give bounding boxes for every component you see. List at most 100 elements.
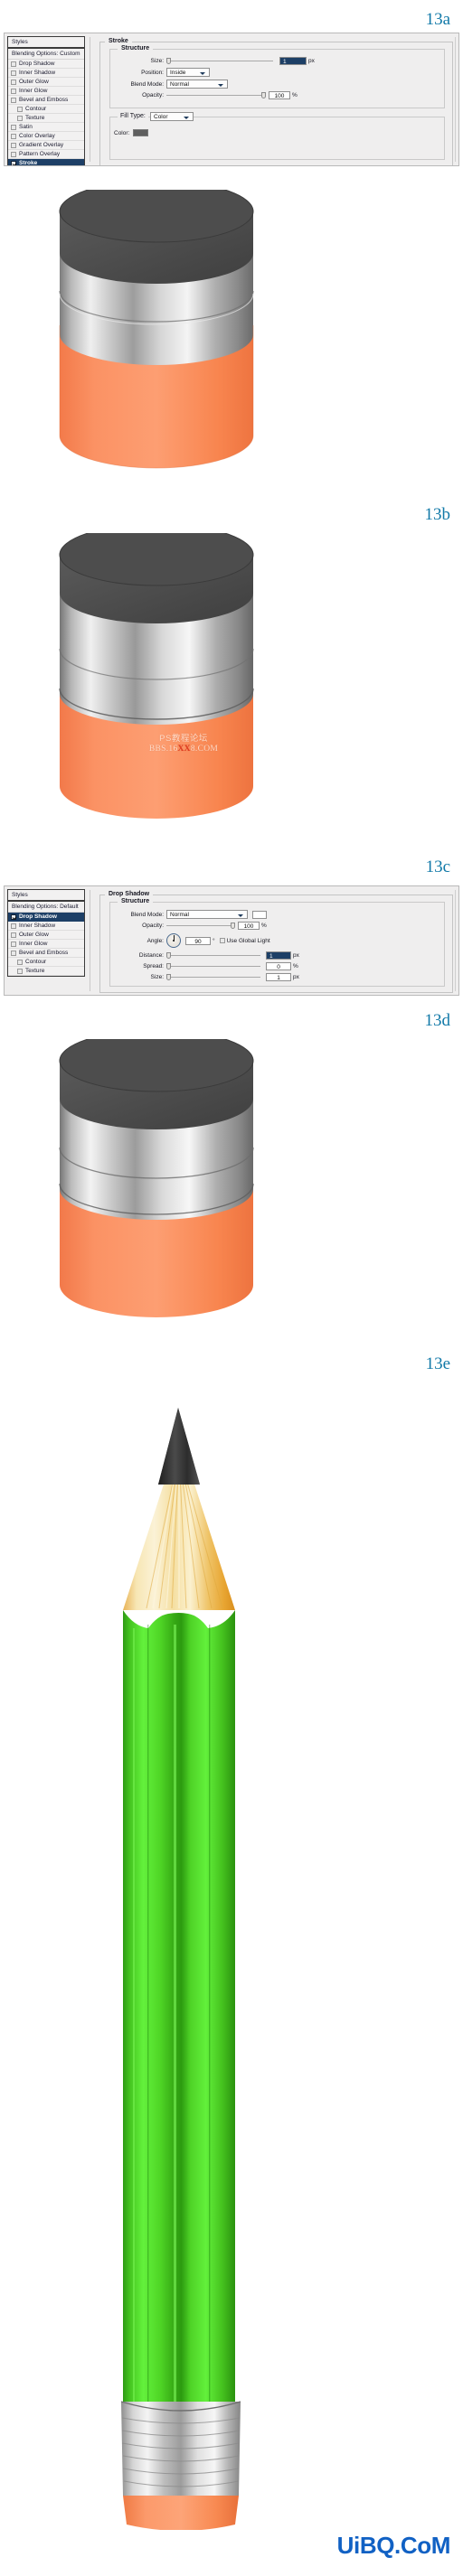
shadow-spread-input[interactable]: 0 [266,962,291,970]
fill-type-select[interactable]: Color [150,112,194,121]
position-select[interactable]: Inside [166,68,210,77]
blend-mode-row: Blend Mode: Normal [114,80,440,89]
checkbox-icon[interactable] [11,950,16,956]
structure-section-title: Structure [118,45,154,52]
shadow-spread-label: Spread: [143,963,164,970]
checkbox-icon[interactable] [11,151,16,157]
fill-type-label: Fill Type: [118,113,148,119]
shadow-opacity-input[interactable]: 100 [238,922,260,930]
stroke-style-item-drop-shadow[interactable]: Drop Shadow [8,60,84,69]
checkbox-icon[interactable] [11,124,16,130]
dropshadow-style-item-inner-glow[interactable]: Inner Glow [8,940,84,949]
shadow-angle-row: Angle: 90 ° Use Global Light [114,933,440,948]
color-label: Color: [114,129,130,136]
checkbox-icon[interactable] [17,968,23,974]
use-global-light-toggle[interactable]: Use Global Light [219,937,270,944]
shadow-color-swatch[interactable] [252,910,267,919]
scroll-rail [455,37,456,162]
shadow-distance-input[interactable]: 1 [266,951,291,960]
stroke-style-item-stroke[interactable]: Stroke [8,159,84,165]
blend-mode-select[interactable]: Normal [166,80,228,89]
dropshadow-style-item-inner-shadow[interactable]: Inner Shadow [8,922,84,931]
pencil-illustration [90,1382,271,2531]
shadow-distance-label: Distance: [138,952,164,959]
shadow-opacity-slider[interactable] [166,923,235,929]
checkbox-icon[interactable] [11,79,16,85]
checkbox-icon[interactable] [11,88,16,94]
stroke-style-item-inner-shadow[interactable]: Inner Shadow [8,69,84,78]
style-item-label: Satin [19,124,33,130]
tutorial-page: 13a Styles Blending Options: Custom Drop… [0,0,463,2576]
stroke-style-item-bevel-and-emboss[interactable]: Bevel and Emboss [8,96,84,105]
opacity-input[interactable]: 100 [269,91,290,99]
checkbox-icon[interactable] [11,923,16,929]
checkbox-icon[interactable] [11,70,16,76]
forum-watermark-line2: BBS.16XX8.COM [107,745,260,755]
shadow-distance-row: Distance: 1 px [114,951,440,960]
checkbox-icon[interactable] [17,959,23,965]
checkbox-icon[interactable] [11,932,16,938]
checkbox-icon[interactable] [11,61,16,67]
stroke-style-item-gradient-overlay[interactable]: Gradient Overlay [8,141,84,150]
shadow-size-row: Size: 1 px [114,973,440,981]
stroke-style-item-texture[interactable]: Texture [8,114,84,123]
shadow-size-knob[interactable] [166,974,171,980]
styles-list-2[interactable]: Styles Blending Options: Default Drop Sh… [7,889,85,977]
color-swatch[interactable] [133,129,149,136]
size-label: Size: [150,58,164,64]
styles-list[interactable]: Styles Blending Options: Custom Drop Sha… [7,36,85,165]
blending-options-row-2[interactable]: Blending Options: Default [8,902,84,913]
size-slider[interactable] [166,58,273,64]
shadow-distance-slider[interactable] [166,952,260,959]
checkbox-icon[interactable] [11,160,16,165]
scroll-rail-2 [455,890,456,991]
checkbox-icon[interactable] [17,115,23,121]
layer-style-dialog-stroke[interactable]: Styles Blending Options: Custom Drop Sha… [4,33,459,166]
checkbox-icon[interactable] [11,142,16,148]
stroke-style-item-inner-glow[interactable]: Inner Glow [8,87,84,96]
shadow-spread-knob[interactable] [166,963,171,970]
checkbox-icon[interactable] [17,106,23,112]
dropshadow-style-item-bevel-and-emboss[interactable]: Bevel and Emboss [8,949,84,958]
shadow-blend-mode-select[interactable]: Normal [166,910,248,919]
style-item-label: Inner Glow [19,88,48,94]
stroke-style-item-contour[interactable]: Contour [8,105,84,114]
opacity-slider-knob[interactable] [261,92,266,98]
stroke-style-item-outer-glow[interactable]: Outer Glow [8,78,84,87]
shadow-angle-unit: ° [213,937,215,944]
pencil-svg [120,1408,241,2531]
blending-options-row[interactable]: Blending Options: Custom [8,49,84,60]
style-item-label: Texture [25,968,45,974]
checkbox-icon[interactable] [11,913,16,920]
drop-shadow-options-panel: Drop Shadow Structure Blend Mode: Normal… [92,886,458,995]
checkbox-icon[interactable] [11,133,16,139]
cylinder-illustration-step-d [52,1039,260,1328]
cylinder-illustration-step-a [52,190,260,479]
shadow-angle-input[interactable]: 90 [185,936,211,945]
stroke-style-item-satin[interactable]: Satin [8,123,84,132]
opacity-slider[interactable] [166,92,266,98]
shadow-size-input[interactable]: 1 [266,973,291,981]
style-item-label: Color Overlay [19,133,55,139]
shadow-spread-slider[interactable] [166,963,260,970]
checkbox-icon[interactable] [11,941,16,947]
stroke-style-item-color-overlay[interactable]: Color Overlay [8,132,84,141]
dropshadow-style-item-outer-glow[interactable]: Outer Glow [8,931,84,940]
shadow-distance-knob[interactable] [166,952,171,959]
step-label-13c: 13c [425,857,450,876]
use-global-light-label: Use Global Light [226,937,270,944]
checkbox-icon[interactable] [11,97,16,103]
shadow-opacity-knob[interactable] [231,923,235,929]
dropshadow-style-item-drop-shadow[interactable]: Drop Shadow [8,913,84,922]
stroke-style-item-pattern-overlay[interactable]: Pattern Overlay [8,150,84,159]
dropshadow-style-item-texture[interactable]: Texture [8,967,84,976]
size-input[interactable]: 1 [279,57,307,65]
use-global-light-checkbox[interactable] [219,938,225,943]
shadow-blend-mode-label: Blend Mode: [130,911,165,918]
layer-style-dialog-drop-shadow[interactable]: Styles Blending Options: Default Drop Sh… [4,885,459,996]
size-slider-knob[interactable] [166,58,171,64]
dropshadow-style-item-contour[interactable]: Contour [8,958,84,967]
shadow-size-slider[interactable] [166,974,260,980]
style-item-label: Gradient Overlay [19,142,64,148]
angle-dial[interactable] [166,933,181,948]
